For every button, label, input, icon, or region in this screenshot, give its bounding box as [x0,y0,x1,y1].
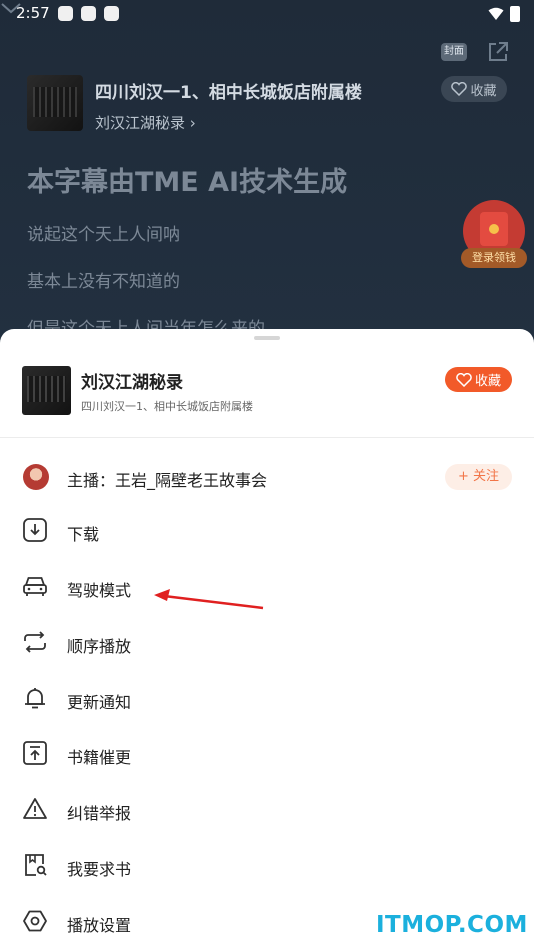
menu-item-label: 驾驶模式 [67,581,132,600]
lyric-line: 基本上没有不知道的 [27,272,180,292]
favorite-button[interactable]: 收藏 [445,367,512,392]
episode-cover-image [27,75,83,131]
share-icon[interactable] [486,40,510,64]
menu-item-label: 顺序播放 [67,637,132,656]
bell-icon [25,688,45,709]
warning-icon [23,798,47,819]
menu-item-label: 我要求书 [67,860,132,879]
car-icon [23,577,47,596]
favorite-label: 收藏 [470,83,497,99]
episode-subtitle: 四川刘汉一1、相中长城饭店附属楼 [81,400,253,413]
heart-icon [456,372,472,387]
notification-app-icon [58,6,73,21]
menu-item-report-error[interactable]: 纠错举报 [0,788,534,832]
follow-button[interactable]: + 关注 [445,464,512,490]
menu-item-label: 书籍催更 [67,748,132,767]
ai-subtitle-note: 本字幕由TME AI技术生成 [27,167,348,198]
red-envelope-icon [480,212,508,246]
wifi-icon [488,7,504,20]
episode-title: 四川刘汉一1、相中长城饭店附属楼 [95,83,362,103]
divider [0,437,534,438]
status-bar: 2:57 [0,0,534,28]
menu-item-update-notification[interactable]: 更新通知 [0,677,534,721]
cover-button[interactable]: 封面 [441,43,467,61]
menu-item-urge-update[interactable]: 书籍催更 [0,732,534,776]
status-right [488,6,520,22]
favorite-button-dark[interactable]: 收藏 [441,76,507,102]
battery-icon [510,6,520,22]
watermark: ITMOP.COM [376,912,528,938]
menu-item-label: 播放设置 [67,916,132,935]
red-packet-button[interactable]: 登录领钱 [461,200,527,268]
avatar [23,464,49,490]
more-options-sheet: 刘汉江湖秘录 四川刘汉一1、相中长城饭店附属楼 收藏 主播：王岩_隔壁老王故事会… [0,329,534,950]
notification-app-icon [81,6,96,21]
menu-item-label: 纠错举报 [67,804,132,823]
download-icon [23,518,47,542]
player-background: 2:57 封面 四川刘汉一1、相中长城饭店附属楼 刘汉江湖秘录 › 收藏 本字幕… [0,0,534,360]
urge-update-icon [23,741,47,765]
album-title: 刘汉江湖秘录 [81,373,183,393]
host-row[interactable]: 主播：王岩_隔壁老王故事会 + 关注 [0,459,534,495]
settings-hexagon-icon [23,910,47,932]
notification-app-icon [104,6,119,21]
album-link-label: 刘汉江湖秘录 [95,114,186,132]
menu-item-request-book[interactable]: 我要求书 [0,844,534,888]
favorite-label: 收藏 [474,374,501,389]
menu-item-sequential-play[interactable]: 顺序播放 [0,621,534,665]
status-time: 2:57 [16,4,50,22]
album-link[interactable]: 刘汉江湖秘录 › [95,112,196,133]
repeat-icon [24,631,46,653]
menu-item-label: 更新通知 [67,693,132,712]
book-search-icon [25,854,47,876]
status-notification-icons [58,6,119,21]
lyric-line: 说起这个天上人间呐 [27,225,180,245]
menu-item-label: 下载 [67,525,100,544]
host-name: 主播：王岩_隔壁老王故事会 [67,471,268,490]
sheet-drag-handle[interactable] [254,336,280,340]
annotation-arrow [154,589,264,610]
red-packet-label: 登录领钱 [461,248,527,268]
heart-icon [451,82,468,96]
album-cover-image [22,366,71,415]
menu-item-download[interactable]: 下载 [0,509,534,553]
